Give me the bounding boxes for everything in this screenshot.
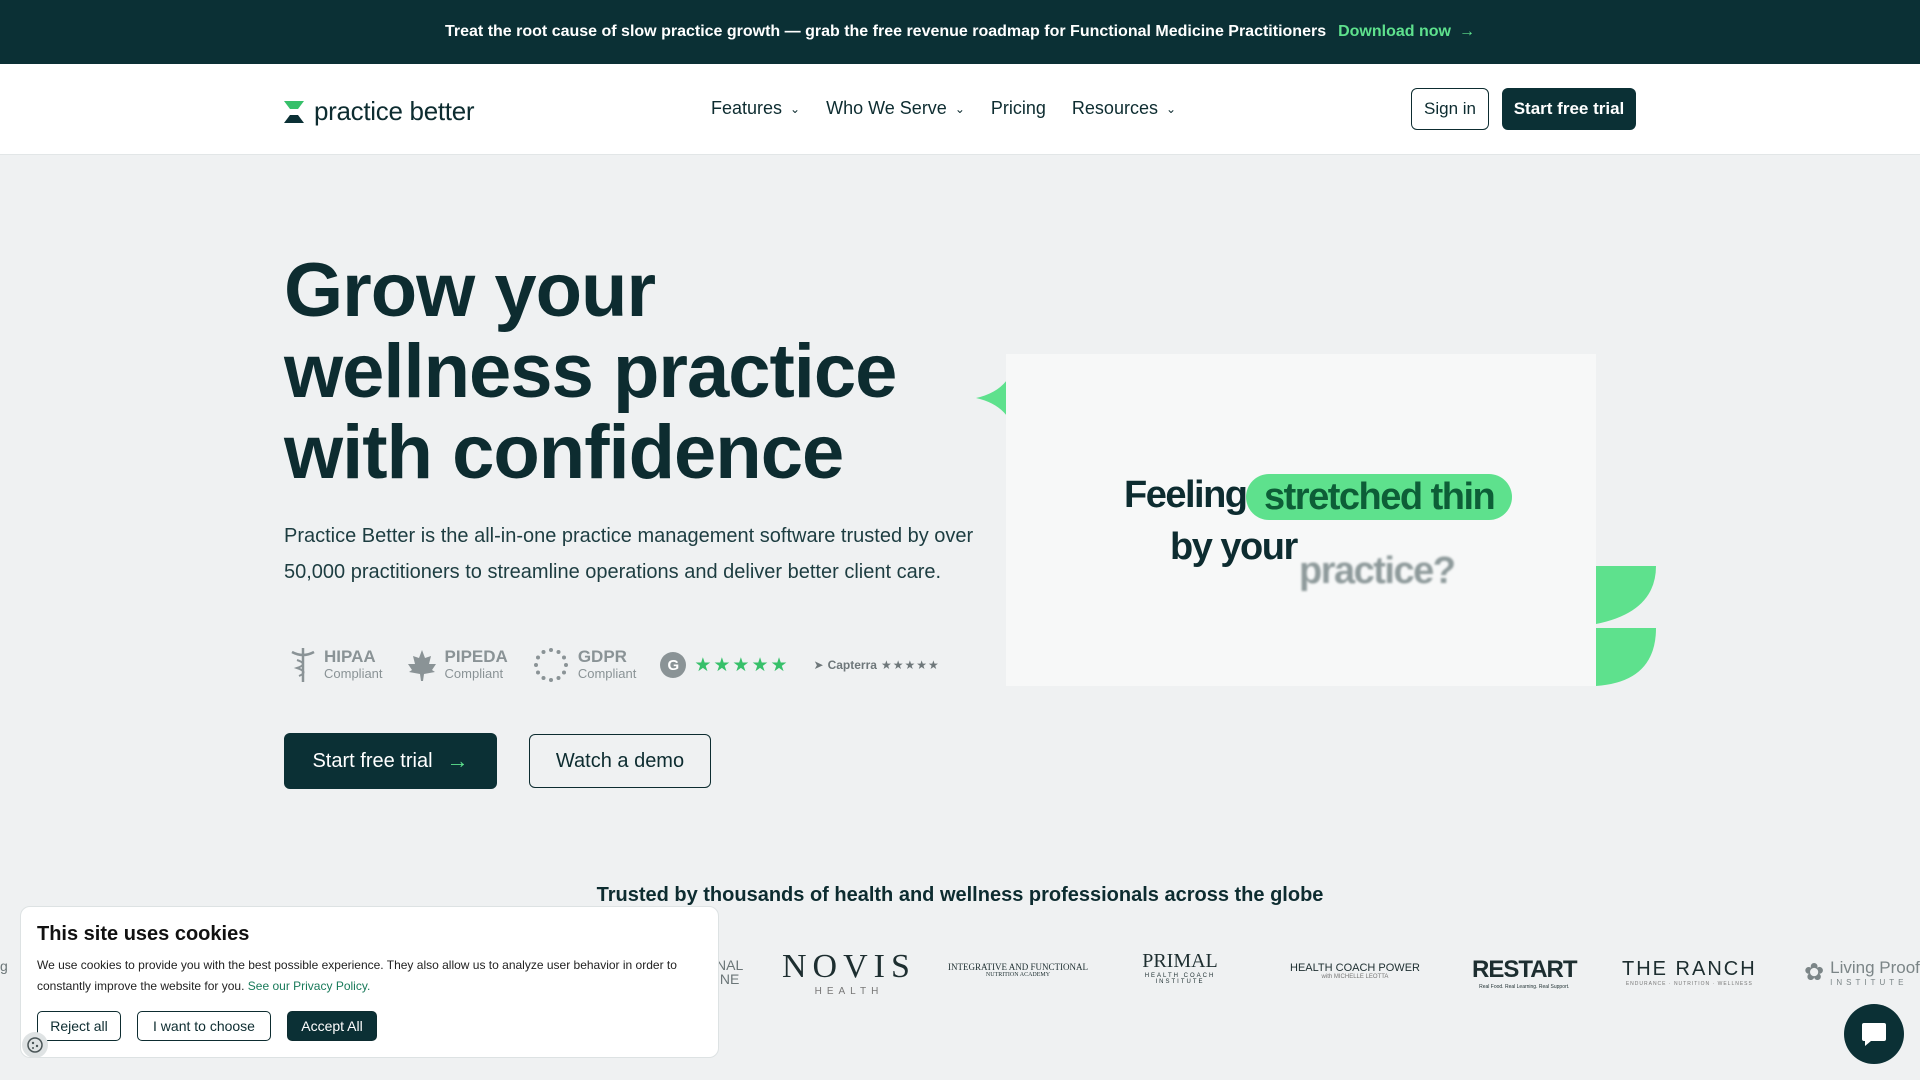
main-nav: practice better Features ⌄ Who We Serve … [0,64,1920,155]
badge-title: GDPR [577,647,627,666]
nav-item-label: Pricing [990,98,1046,118]
caduceus-icon [291,648,315,682]
reject-all-button[interactable]: Reject all [37,1011,121,1041]
video-word-byyour: by your [1170,526,1298,568]
partner-logo-primal: PRIMAL HEALTH COACH INSTITUTE [1138,950,1222,985]
partner-logo-fragment: NAL NE [716,957,744,987]
partner-logo-ifna: INTEGRATIVE AND FUNCTIONAL NUTRITION ACA… [948,962,1088,978]
logo-main: RESTART [1472,956,1578,983]
nav-item-label: Who We Serve [826,98,947,118]
logo-main: NOVIS [782,948,916,985]
accept-all-button[interactable]: Accept All [287,1011,377,1041]
eu-stars-icon [533,648,568,682]
video-word-practice: practice? [1299,550,1456,592]
logo-main: THE RANCH [1622,958,1757,980]
nav-item-who-we-serve[interactable]: Who We Serve ⌄ [826,98,965,119]
logo-main: INTEGRATIVE AND FUNCTIONAL [948,962,1088,972]
chat-bubble-icon [1862,1023,1886,1046]
privacy-policy-link[interactable]: See our Privacy Policy. [248,979,371,993]
logo-sub: HEALTH COACH INSTITUTE [1144,973,1216,985]
nav-item-pricing[interactable]: Pricing [991,98,1046,119]
g2-rating: G ★★★★★ [660,652,789,678]
arrow-right-icon: → [446,748,469,773]
badge-title: HIPAA [324,647,376,666]
logo-main: HEALTH COACH POWER [1290,962,1420,974]
video-word-feeling: Feeling [1124,474,1248,516]
hero-title-line2: wellness practice [284,329,897,414]
compliance-badges: HIPAA Compliant PIPEDA Compliant GDPR Co… [290,646,940,684]
cookie-settings-icon[interactable] [22,1032,48,1058]
logo-main: Living Proof [1830,958,1920,977]
partner-logo-novis: NOVIS HEALTH [782,948,916,997]
nav-item-label: Resources [1071,98,1158,118]
capterra-rating: ➤ Capterra ★★★★★ [814,658,940,672]
green-leaf-decoration [1596,566,1656,686]
logo-sub: HEALTH [814,986,884,997]
watch-demo-button[interactable]: Watch a demo [529,734,711,788]
cookie-title: This site uses cookies [37,923,250,945]
hero-title-line1: Grow your [284,248,656,333]
logo-sub: Real Food. Real Learning. Real Support. [1479,984,1570,990]
nav-item-label: Features [711,98,783,118]
chevron-down-icon: ⌄ [954,101,965,116]
cookie-banner: This site uses cookies We use cookies to… [20,906,719,1058]
nav-item-features[interactable]: Features ⌄ [711,98,800,119]
capterra-label: Capterra [827,658,877,672]
arrow-right-icon: → [1458,23,1475,40]
logo-text: practice better [314,96,475,126]
partner-logo-fragment: g [0,958,8,974]
pipeda-badge: PIPEDA Compliant [407,648,508,682]
hero-start-trial-button[interactable]: Start free trial → [284,733,497,789]
g2-stars: ★★★★★ [694,654,790,676]
logo[interactable]: practice better [284,96,475,127]
hero-description: Practice Better is the all-in-one practi… [284,525,974,583]
hero-title: Grow your wellness practice with confide… [284,250,964,493]
logo-mark-icon [284,100,304,123]
flower-icon: ✿ [1804,959,1825,986]
logo-sub: ENDURANCE · NUTRITION · WELLNESS [1625,981,1753,987]
logo-main: PRIMAL [1142,950,1218,972]
partner-logo-the-ranch: THE RANCH ENDURANCE · NUTRITION · WELLNE… [1622,958,1757,987]
chevron-down-icon: ⌄ [1165,101,1177,116]
hero-video[interactable]: Feeling stretched thin by your practice? [1006,354,1596,686]
download-now-label: Download now [1338,23,1451,40]
choose-cookies-button[interactable]: I want to choose [137,1011,271,1041]
download-now-link[interactable]: Download now → [1338,23,1475,41]
g2-icon: G [660,652,687,678]
sign-in-button[interactable]: Sign in [1411,88,1489,130]
capterra-stars: ★★★★★ [880,658,940,672]
partner-logo-health-coach-power: HEALTH COACH POWER with MICHELLE LEOTTA [1290,962,1420,980]
nav-start-trial-button[interactable]: Start free trial [1502,88,1636,130]
nav-item-resources[interactable]: Resources ⌄ [1072,98,1176,119]
badge-subtitle: Compliant [324,666,383,681]
partner-logo-restart: RESTART Real Food. Real Learning. Real S… [1472,956,1578,990]
partner-logo-living-proof: ✿ Living Proof INSTITUTE [1804,958,1920,987]
cta-primary-label: Start free trial [312,749,433,772]
chevron-down-icon: ⌄ [790,101,801,116]
cookie-body: We use cookies to provide you with the b… [37,955,677,997]
logo-sub: with MICHELLE LEOTTA [1321,974,1389,980]
nav-menu: Features ⌄ Who We Serve ⌄ Pricing Resour… [711,98,1176,119]
badge-title: PIPEDA [444,647,508,666]
video-highlight-pill: stretched thin [1246,474,1513,520]
maple-leaf-icon [407,650,436,681]
badge-subtitle: Compliant [577,666,637,681]
hero-title-line3: with confidence [284,410,844,495]
logo-sub: INSTITUTE [1830,978,1908,987]
gdpr-badge: GDPR Compliant [532,646,637,684]
chat-widget-button[interactable] [1844,1004,1904,1064]
logo-sub: NUTRITION ACADEMY [985,972,1051,978]
capterra-logo-icon: ➤ [813,658,824,672]
cookie-icon [27,1037,43,1053]
hipaa-badge: HIPAA Compliant [290,646,383,684]
trusted-heading: Trusted by thousands of health and welln… [596,884,1324,906]
badge-subtitle: Compliant [444,666,504,681]
announcement-banner: Treat the root cause of slow practice gr… [0,0,1920,64]
banner-text: Treat the root cause of slow practice gr… [445,23,1327,40]
